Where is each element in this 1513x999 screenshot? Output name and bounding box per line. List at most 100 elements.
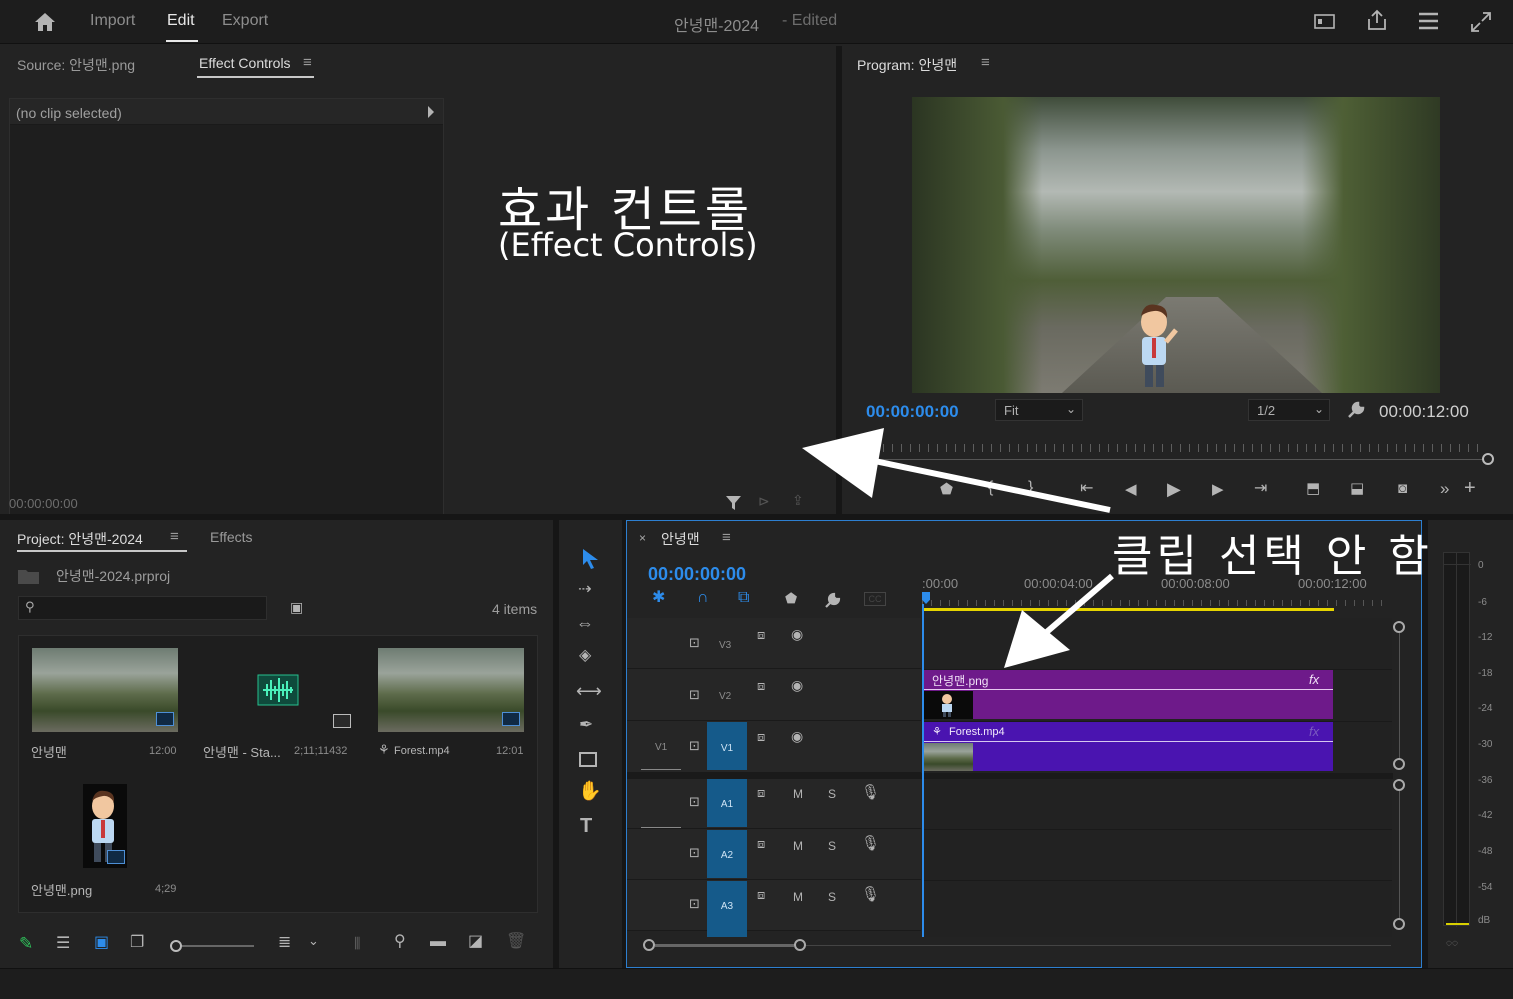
trash-icon[interactable]: 🗑 [506,934,526,950]
timeline-playhead-timecode[interactable]: 00:00:00:00 [648,564,746,585]
search-icon[interactable]: ⚲ [394,934,406,950]
sync-lock-icon[interactable]: ⧈ [757,679,765,692]
sort-icon[interactable]: ≣ [278,935,291,951]
wrench-icon[interactable] [1346,400,1366,420]
hand-tool-icon[interactable]: ✋ [578,782,602,801]
thumbnail-size-slider-handle[interactable] [170,940,182,952]
project-item-name[interactable]: Forest.mp4 [394,745,450,757]
tab-sequence[interactable]: 안녕맨 [661,529,700,549]
audio-waveform-icon[interactable] [257,674,299,706]
fx-badge[interactable]: fx [1309,724,1319,739]
freeform-view-icon[interactable]: ❐ [130,935,144,951]
program-playhead-timecode[interactable]: 00:00:00:00 [866,402,959,422]
slip-tool-icon[interactable]: ⟷ [576,682,602,700]
vertical-scroll-handle[interactable] [1393,779,1405,791]
workspaces-icon[interactable] [1418,11,1440,31]
lock-icon[interactable]: ⊡ [689,636,700,649]
track-target-a2[interactable]: A2 [707,830,747,878]
project-item-name[interactable]: 안녕맨 [31,742,67,761]
linked-selection-icon[interactable]: ⧉ [738,590,749,606]
razor-tool-icon[interactable]: ◈ [579,648,591,664]
sync-lock-icon[interactable]: ⧈ [757,888,765,901]
pen-tool-icon[interactable]: ✒ [579,716,593,733]
tab-export[interactable]: Export [222,12,268,30]
mute-button[interactable]: M [793,787,803,801]
zoom-scroll-handle[interactable] [794,939,806,951]
new-item-icon[interactable]: ◪ [468,934,483,950]
add-button-icon[interactable]: + [1464,478,1476,498]
tab-import[interactable]: Import [90,12,135,30]
lock-icon[interactable]: ⊡ [689,795,700,808]
work-area-bar[interactable] [922,608,1334,611]
play-icon[interactable]: ▶ [1167,480,1181,498]
eye-icon[interactable]: ◉ [791,678,803,692]
camera-icon[interactable]: ◙ [1398,481,1407,496]
eye-icon[interactable]: ◉ [791,627,803,641]
sync-lock-icon[interactable]: ⧈ [757,730,765,743]
panel-menu-icon[interactable]: ≡ [722,529,731,546]
vertical-scroll-handle[interactable] [1393,758,1405,770]
fullscreen-icon[interactable] [1470,11,1492,33]
project-item-name[interactable]: 안녕맨.png [31,880,92,899]
track-select-tool-icon[interactable]: ⇢ [578,582,591,598]
step-forward-icon[interactable]: ▶ [1212,482,1224,497]
project-item-thumbnail[interactable] [32,648,178,732]
microphone-icon[interactable]: 🎙 [861,836,880,851]
sync-lock-icon[interactable]: ⧈ [757,628,765,641]
tab-program[interactable]: Program: 안녕맨 [857,55,957,75]
vertical-scroll-handle[interactable] [1393,621,1405,633]
zoom-fit-select[interactable]: Fit ⌄ [995,399,1083,421]
eye-icon[interactable]: ◉ [791,729,803,743]
filter-icon[interactable] [725,494,743,512]
fx-badge[interactable]: fx [1309,672,1319,687]
lock-icon[interactable]: ⊡ [689,897,700,910]
program-video-frame[interactable] [912,97,1440,393]
solo-button[interactable]: S [828,787,836,801]
captions-icon[interactable]: CC [864,592,886,606]
sync-lock-icon[interactable]: ⧈ [757,837,765,850]
solo-button[interactable]: S [828,839,836,853]
mute-button[interactable]: M [793,890,803,904]
tab-project[interactable]: Project: 안녕맨-2024 [17,529,143,549]
type-tool-icon[interactable]: T [580,816,592,836]
thumbnail-size-slider[interactable] [182,945,254,947]
vertical-scroll-handle[interactable] [1393,918,1405,930]
lock-icon[interactable]: ⊡ [689,846,700,859]
home-icon[interactable] [33,11,57,33]
microphone-icon[interactable]: 🎙 [861,785,880,800]
quick-export-icon[interactable] [1314,13,1336,31]
icon-view-icon[interactable]: ▣ [94,935,109,951]
ripple-edit-tool-icon[interactable]: ⇔ [576,614,594,632]
list-view-icon[interactable]: ☰ [56,936,70,952]
track-target-a3[interactable]: A3 [707,881,747,937]
share-icon[interactable] [1366,9,1388,31]
chevron-down-icon[interactable]: ⌄ [308,934,319,947]
pencil-icon[interactable]: ✎ [19,935,33,952]
tab-source[interactable]: Source: 안녕맨.png [17,55,135,75]
meter-solo-buttons[interactable]: ◌◌ [1446,938,1458,949]
zoom-scroll-handle[interactable] [643,939,655,951]
lock-icon[interactable]: ⊡ [689,688,700,701]
resolution-select[interactable]: 1/2 ⌄ [1248,399,1330,421]
step-back-icon[interactable]: ◀ [1125,482,1137,497]
solo-button[interactable]: S [828,890,836,904]
project-item-thumbnail[interactable] [83,784,127,868]
panel-menu-icon[interactable]: ≡ [170,528,179,545]
more-icon[interactable]: » [1440,480,1449,497]
new-bin-icon[interactable]: ▬ [430,934,446,950]
clip-png[interactable]: 안녕맨.png fx [923,670,1333,719]
audio-track-area[interactable] [922,779,1392,937]
sync-lock-icon[interactable]: ⧈ [757,786,765,799]
zoom-handle[interactable] [1482,453,1494,465]
tab-effect-controls[interactable]: Effect Controls [199,55,291,71]
track-target-a1[interactable]: A1 [707,779,747,827]
play-only-audio-icon[interactable]: ⊳ [758,494,770,508]
project-item-name[interactable]: 안녕맨 - Sta... [203,742,281,761]
add-marker-icon[interactable]: ⬟ [785,591,797,605]
timeline-ruler[interactable] [922,600,1390,606]
microphone-icon[interactable]: 🎙 [861,887,880,902]
go-to-out-icon[interactable]: ⇥ [1254,481,1267,497]
track-target-v1[interactable]: V1 [707,722,747,770]
tab-effects[interactable]: Effects [210,529,253,545]
wrench-icon[interactable] [823,591,843,609]
